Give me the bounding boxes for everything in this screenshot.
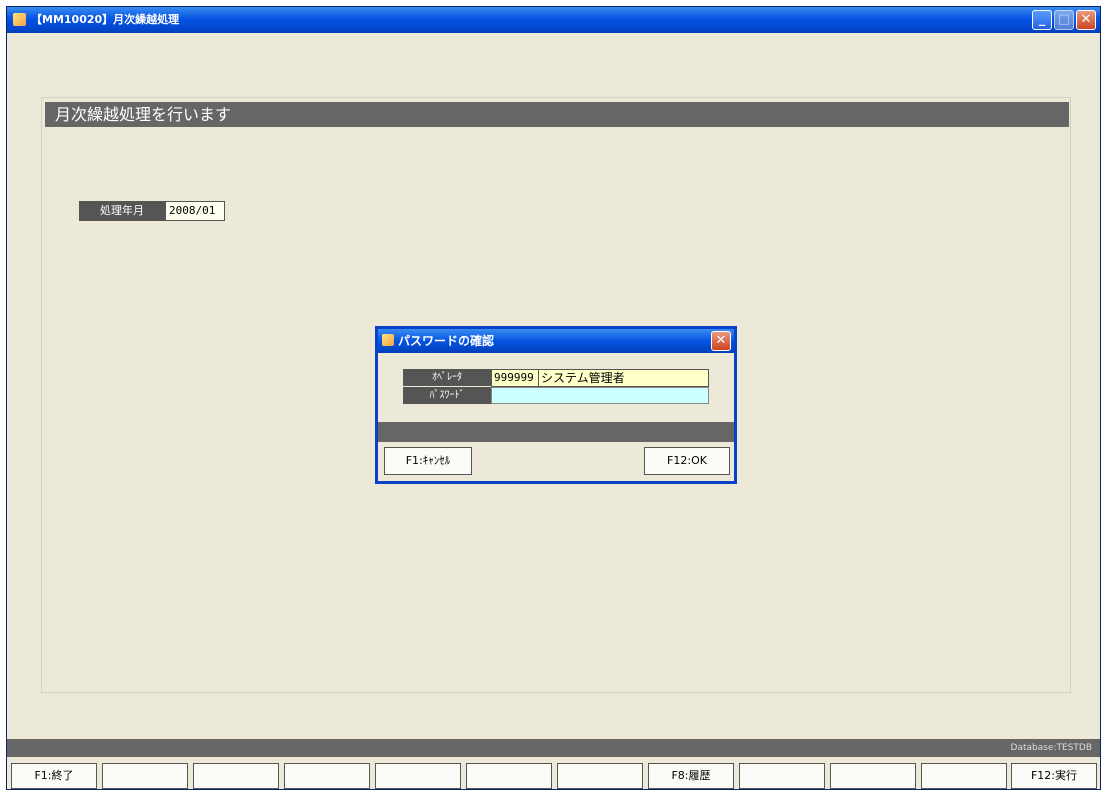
maximize-button[interactable]: □ xyxy=(1054,10,1074,30)
fkey-f1-exit[interactable]: F1:終了 xyxy=(11,763,97,789)
window-title: 【MM10020】月次繰越処理 xyxy=(31,13,180,26)
dialog-title-bar[interactable]: パスワードの確認 ✕ xyxy=(378,329,734,353)
fkey-f12-execute[interactable]: F12:実行 xyxy=(1011,763,1097,789)
password-label: ﾊﾟｽﾜｰﾄﾞ xyxy=(403,387,491,404)
processing-date-field[interactable]: 2008/01 xyxy=(165,201,225,221)
fkey-f7[interactable] xyxy=(557,763,643,789)
fkey-f11[interactable] xyxy=(921,763,1007,789)
operator-code-field[interactable]: 999999 xyxy=(491,369,539,387)
password-dialog: パスワードの確認 ✕ ｵﾍﾟﾚｰﾀ 999999 システム管理者 ﾊﾟｽﾜｰﾄﾞ… xyxy=(375,326,737,484)
fkey-f2[interactable] xyxy=(102,763,188,789)
fkey-f6[interactable] xyxy=(466,763,552,789)
fkey-f9[interactable] xyxy=(739,763,825,789)
dialog-separator-bar xyxy=(378,422,734,442)
password-input[interactable] xyxy=(491,387,709,404)
app-icon xyxy=(13,13,26,26)
page-header: 月次繰越処理を行います xyxy=(45,102,1069,127)
fkey-f4[interactable] xyxy=(284,763,370,789)
dialog-title: パスワードの確認 xyxy=(398,334,495,348)
dialog-close-button[interactable]: ✕ xyxy=(711,331,731,351)
fkey-f5[interactable] xyxy=(375,763,461,789)
dialog-icon xyxy=(382,334,394,346)
processing-date-label: 処理年月 xyxy=(79,201,165,221)
minimize-button[interactable]: _ xyxy=(1032,10,1052,30)
status-bar: Database:TESTDB xyxy=(7,739,1100,757)
title-bar[interactable]: 【MM10020】月次繰越処理 _ □ ✕ xyxy=(7,7,1100,33)
fkey-f8-history[interactable]: F8:履歴 xyxy=(648,763,734,789)
fkey-f3[interactable] xyxy=(193,763,279,789)
operator-label: ｵﾍﾟﾚｰﾀ xyxy=(403,369,491,386)
close-button[interactable]: ✕ xyxy=(1076,10,1096,30)
operator-name-field: システム管理者 xyxy=(539,369,709,387)
dialog-cancel-button[interactable]: F1:ｷｬﾝｾﾙ xyxy=(384,447,472,475)
dialog-ok-button[interactable]: F12:OK xyxy=(644,447,730,475)
fkey-f10[interactable] xyxy=(830,763,916,789)
function-key-bar: F1:終了 F8:履歴 F12:実行 xyxy=(11,763,1097,789)
